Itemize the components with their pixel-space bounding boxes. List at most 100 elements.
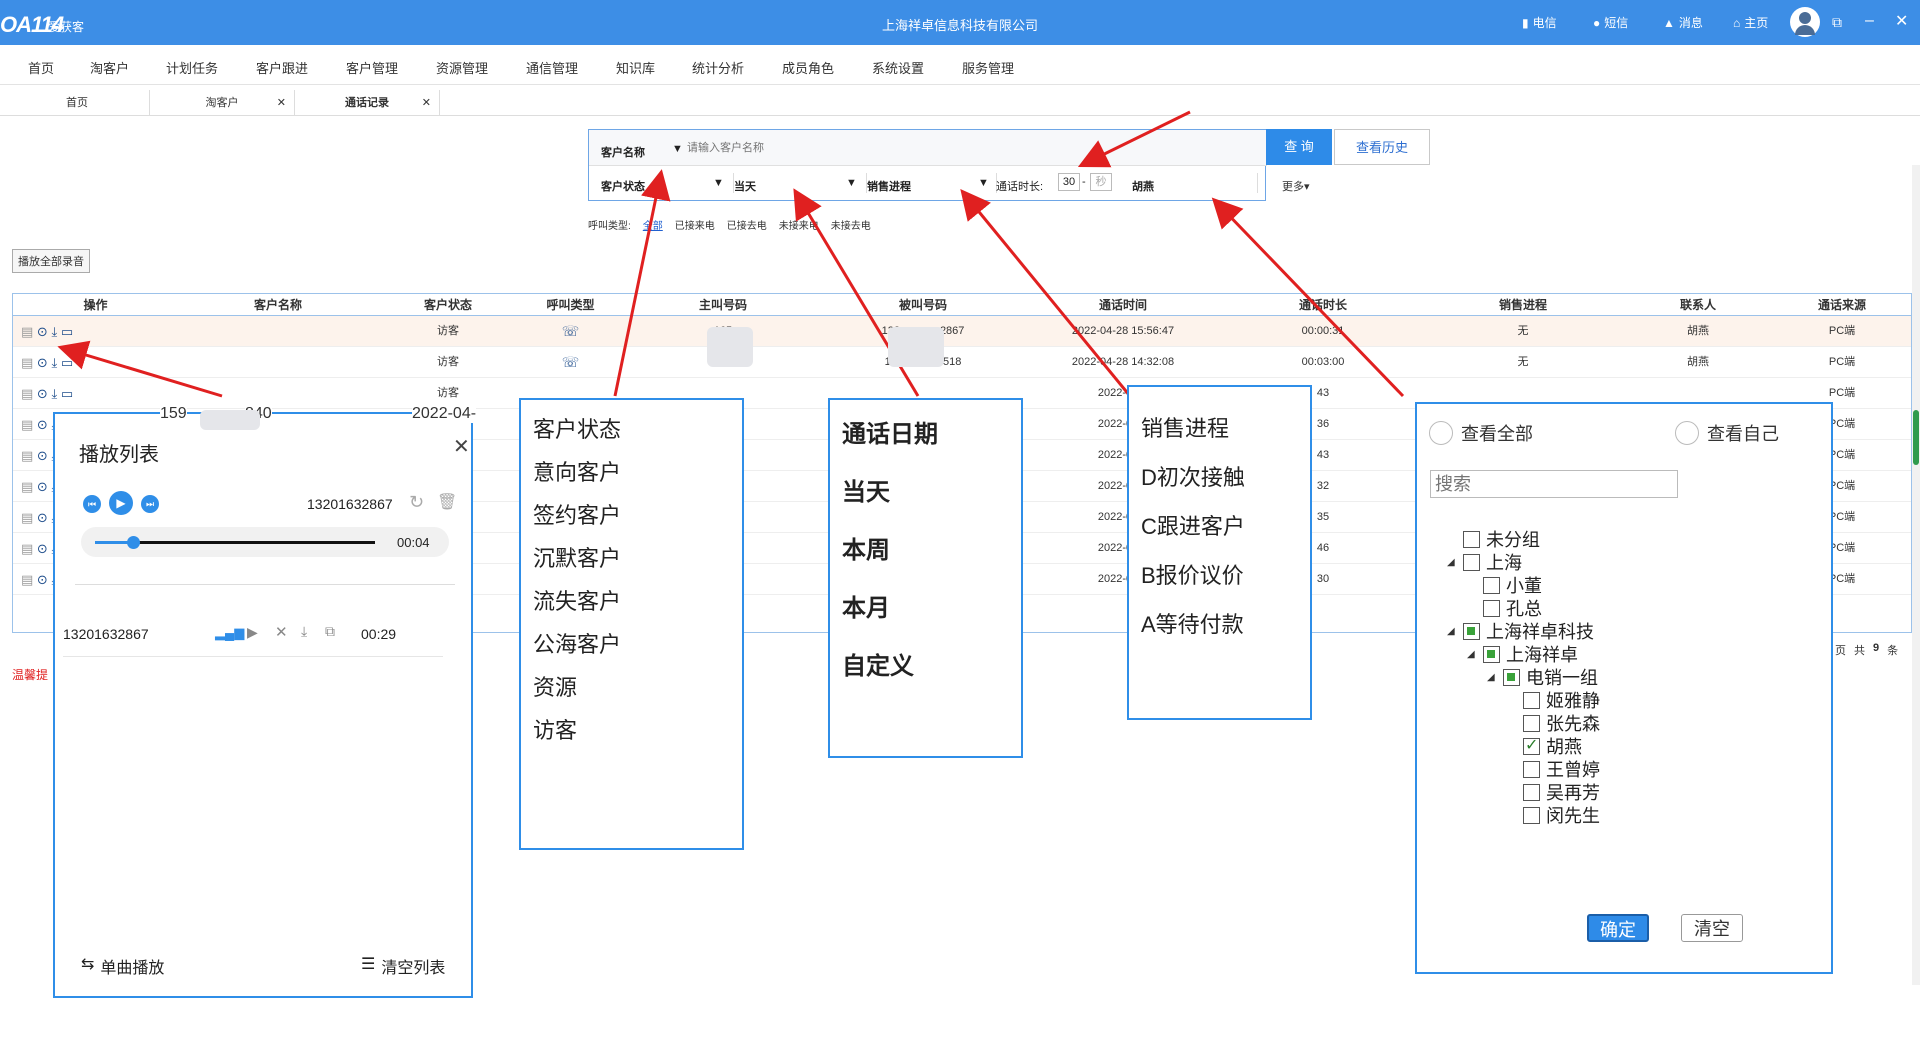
play-icon[interactable]: ▶ [247, 624, 258, 641]
nav-item-resource-mgmt[interactable]: 资源管理 [436, 58, 488, 77]
clear-list-button[interactable]: ☰ 清空列表 [361, 954, 445, 978]
trash-icon[interactable]: 🗑 [437, 492, 457, 512]
checkbox[interactable] [1523, 714, 1540, 732]
expand-icon[interactable]: ◢ [1487, 672, 1497, 683]
status-select[interactable]: 客户状态 [601, 178, 645, 194]
next-icon[interactable]: ⏭ [141, 495, 159, 513]
close-icon[interactable]: ✕ [422, 90, 431, 116]
status-option[interactable]: 资源 [533, 670, 577, 702]
nav-item-home[interactable]: 首页 [28, 58, 54, 77]
clear-button[interactable]: 清空 [1681, 914, 1743, 942]
tab-call-records[interactable]: 通话记录 ✕ [295, 90, 440, 116]
status-option[interactable]: 签约客户 [533, 498, 621, 530]
download-icon[interactable]: ⤓ [51, 386, 57, 401]
duration-max-input[interactable]: 秒 [1090, 173, 1112, 191]
call-type-all[interactable]: 全部 [643, 217, 663, 232]
messages-button[interactable]: ▲ 消息 [1663, 14, 1703, 31]
close-icon[interactable]: ✕ [1895, 11, 1908, 31]
single-play-button[interactable]: ⇆ 单曲播放 [81, 954, 164, 978]
nav-item-find-customers[interactable]: 淘客户 [90, 58, 129, 77]
date-option[interactable]: 本月 [842, 588, 890, 623]
field-select[interactable]: 客户名称 [601, 144, 645, 160]
sms-button[interactable]: ● 短信 [1593, 14, 1628, 31]
date-option[interactable]: 当天 [842, 472, 890, 507]
checkbox[interactable] [1483, 599, 1500, 617]
confirm-button[interactable]: 确定 [1587, 914, 1649, 942]
call-type-missed-out[interactable]: 未接去电 [831, 217, 871, 232]
date-select[interactable]: 当天 [734, 178, 756, 194]
play-icon[interactable]: ⊙ [37, 510, 48, 525]
chevron-down-icon[interactable]: ▼ [672, 143, 683, 155]
checkbox[interactable] [1523, 783, 1540, 801]
home-button[interactable]: ⌂ 主页 [1733, 14, 1768, 31]
checkbox[interactable] [1463, 553, 1480, 571]
people-search-input[interactable] [1430, 470, 1678, 498]
record-icon[interactable]: ▤ [21, 572, 33, 587]
nav-item-statistics[interactable]: 统计分析 [692, 58, 744, 77]
checkbox[interactable] [1523, 735, 1540, 755]
play-icon[interactable]: ⊙ [37, 386, 48, 401]
remove-icon[interactable]: ✕ [275, 623, 288, 641]
call-type-answered-in[interactable]: 已接来电 [675, 217, 715, 232]
record-icon[interactable]: ▤ [21, 448, 33, 463]
expand-icon[interactable]: ◢ [1447, 557, 1457, 568]
download-icon[interactable]: ⤓ [51, 355, 57, 370]
record-icon[interactable]: ▤ [21, 479, 33, 494]
query-button[interactable]: 查 询 [1266, 129, 1332, 165]
duration-min-input[interactable]: 30 [1058, 173, 1080, 191]
table-row[interactable]: ▤ ⊙ ⤓ ▭访客☏161895182022-04-28 14:32:0800:… [13, 347, 1911, 378]
customer-name-input[interactable] [687, 138, 1117, 158]
previous-icon[interactable]: ⏮ [83, 495, 101, 513]
checkbox[interactable] [1523, 760, 1540, 778]
window-switch-icon[interactable]: ⧉ [1832, 14, 1842, 31]
play-all-button[interactable]: 播放全部录音 [12, 249, 90, 273]
status-option[interactable]: 沉默客户 [533, 541, 621, 573]
nav-item-settings[interactable]: 系统设置 [872, 58, 924, 77]
nav-item-knowledge[interactable]: 知识库 [616, 58, 655, 77]
seek-handle[interactable] [127, 536, 140, 549]
checkbox[interactable] [1523, 691, 1540, 709]
chevron-down-icon[interactable]: ▼ [846, 177, 857, 189]
nav-item-members[interactable]: 成员角色 [782, 58, 834, 77]
tree-node[interactable]: 闵先生 [1507, 802, 1600, 828]
record-icon[interactable]: ▤ [21, 386, 33, 401]
date-option[interactable]: 本周 [842, 530, 890, 565]
checkbox[interactable] [1523, 806, 1540, 824]
nav-item-plans[interactable]: 计划任务 [166, 58, 218, 77]
status-option[interactable]: 公海客户 [533, 627, 621, 659]
nav-item-customer-mgmt[interactable]: 客户管理 [346, 58, 398, 77]
status-option[interactable]: 客户状态 [533, 412, 621, 444]
message-icon[interactable]: ▭ [61, 386, 73, 401]
expand-icon[interactable]: ◢ [1467, 649, 1477, 660]
status-option[interactable]: 流失客户 [533, 584, 621, 616]
progress-option[interactable]: B报价议价 [1141, 558, 1244, 590]
person-select[interactable]: 胡燕 [1132, 178, 1154, 194]
play-icon[interactable]: ⊙ [37, 572, 48, 587]
tab-home[interactable]: 首页 [5, 90, 150, 116]
checkbox[interactable] [1463, 530, 1480, 548]
status-option[interactable]: 意向客户 [533, 455, 621, 487]
avatar[interactable] [1790, 7, 1820, 37]
play-icon[interactable]: ⊙ [37, 324, 48, 339]
progress-option[interactable]: A等待付款 [1141, 607, 1244, 639]
download-icon[interactable]: ⤓ [301, 623, 307, 640]
playlist-item-number[interactable]: 13201632867 [63, 626, 149, 642]
date-option[interactable]: 通话日期 [842, 414, 938, 449]
chevron-down-icon[interactable]: ▼ [713, 177, 724, 189]
message-icon[interactable]: ▭ [61, 324, 73, 339]
record-icon[interactable]: ▤ [21, 324, 33, 339]
view-history-button[interactable]: 查看历史 [1334, 129, 1430, 165]
call-type-answered-out[interactable]: 已接去电 [727, 217, 767, 232]
repeat-icon[interactable]: ↻ [409, 492, 424, 513]
checkbox[interactable] [1503, 668, 1520, 686]
checkbox[interactable] [1463, 622, 1480, 640]
chevron-down-icon[interactable]: ▼ [978, 177, 989, 189]
call-type-missed-in[interactable]: 未接来电 [779, 217, 819, 232]
minimize-icon[interactable]: – [1865, 12, 1874, 30]
play-icon[interactable]: ⊙ [37, 355, 48, 370]
close-icon[interactable]: ✕ [277, 90, 286, 116]
progress-option[interactable]: D初次接触 [1141, 460, 1245, 492]
message-icon[interactable]: ▭ [61, 355, 73, 370]
progress-select[interactable]: 销售进程 [867, 178, 911, 194]
more-dropdown[interactable]: 更多▾ [1282, 178, 1310, 194]
